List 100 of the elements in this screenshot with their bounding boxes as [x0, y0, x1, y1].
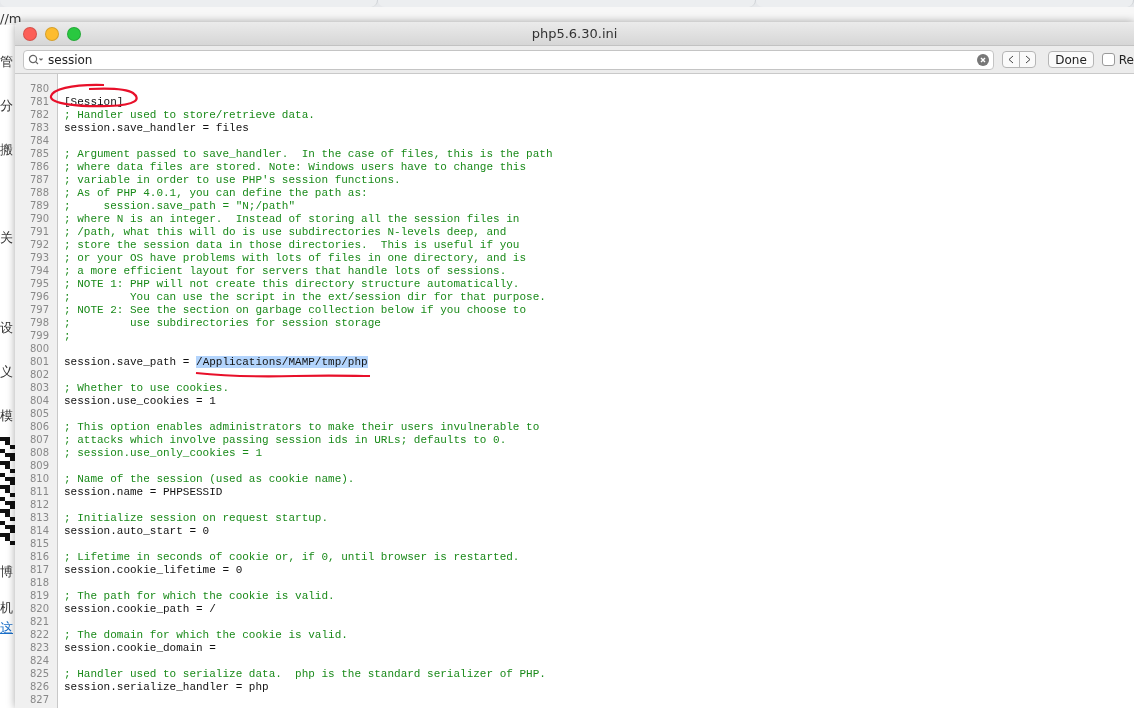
line-number: 803	[28, 382, 50, 393]
code-line: session.save_handler = files	[63, 121, 249, 134]
line-number: 788	[28, 187, 50, 198]
qr-code-icon	[0, 437, 16, 545]
line-number: 785	[28, 148, 50, 159]
checkbox[interactable]	[1101, 53, 1115, 66]
line-number: 805	[28, 408, 50, 419]
line-number: 818	[28, 577, 50, 588]
comment-line: ;	[63, 329, 71, 342]
line-number: 824	[28, 655, 50, 666]
line-number: 792	[28, 239, 50, 250]
comment-line: ; Name of the session (used as cookie name).	[63, 472, 355, 485]
line-number: 812	[28, 499, 50, 510]
comment-line: ; The domain for which the cookie is valid.	[63, 628, 348, 641]
sidebar-text: 义	[0, 365, 13, 379]
comment-line: ; session.use_only_cookies = 1	[63, 446, 263, 459]
line-number: 795	[28, 278, 50, 289]
window-title: php5.6.30.ini	[531, 26, 618, 41]
sidebar-text: 设	[0, 321, 13, 335]
line-number: 801	[28, 356, 50, 367]
code-line: session.cookie_lifetime = 0	[63, 563, 243, 576]
checkbox-label: Re	[1118, 52, 1134, 67]
comment-line: ; store the session data in those directories. This is useful if you	[63, 238, 520, 251]
search-field[interactable]: session	[23, 49, 995, 70]
sidebar-text: 博	[0, 565, 13, 579]
comment-line: ; This option enables administrators to make their users invulnerable to	[63, 420, 540, 433]
done-button[interactable]: Done	[1048, 51, 1094, 68]
chevron-left-icon	[1008, 55, 1015, 64]
zoom-button[interactable]	[67, 26, 81, 41]
line-number: 816	[28, 551, 50, 562]
code-line: [Session]	[63, 95, 124, 108]
comment-line: ; The path for which the cookie is valid.	[63, 589, 335, 602]
code-line: session.cookie_path = /	[63, 602, 216, 615]
line-number: 783	[28, 122, 50, 133]
line-number: 809	[28, 460, 50, 471]
line-number: 820	[28, 603, 50, 614]
line-number: 800	[28, 343, 50, 354]
line-number: 802	[28, 369, 50, 380]
line-number: 819	[28, 590, 50, 601]
link[interactable]: 这	[0, 621, 13, 635]
code-line: session.serialize_handler = php	[63, 680, 269, 693]
sidebar-text: 关	[0, 231, 13, 245]
line-number: 794	[28, 265, 50, 276]
sidebar-text: 搬	[0, 143, 13, 157]
line-number: 817	[28, 564, 50, 575]
chevron-right-icon	[1024, 55, 1031, 64]
comment-line: ; You can use the script in the ext/session dir for that purpose.	[63, 290, 546, 303]
line-number: 807	[28, 434, 50, 445]
line-number: 814	[28, 525, 50, 536]
line-number: 808	[28, 447, 50, 458]
code-line: session.cookie_domain =	[63, 641, 216, 654]
line-number: 793	[28, 252, 50, 263]
minimize-button[interactable]	[45, 26, 59, 41]
line-number: 826	[28, 681, 50, 692]
line-number: 804	[28, 395, 50, 406]
line-number: 806	[28, 421, 50, 432]
comment-line: ; Initialize session on request startup.	[63, 511, 329, 524]
comment-line: ; use subdirectories for session storage	[63, 316, 381, 329]
sidebar-text: 分	[0, 99, 13, 113]
line-number: 823	[28, 642, 50, 653]
line-number: 821	[28, 616, 50, 627]
line-number: 787	[28, 174, 50, 185]
line-number: 789	[28, 200, 50, 211]
line-number: 797	[28, 304, 50, 315]
comment-line: ; where data files are stored. Note: Windows users have to change this	[63, 160, 527, 173]
line-number: 798	[28, 317, 50, 328]
line-number: 810	[28, 473, 50, 484]
code-line: session.save_path = /Applications/MAMP/tmp/php	[63, 355, 368, 368]
code-line: session.use_cookies = 1	[63, 394, 216, 407]
comment-line: ; NOTE 2: See the section on garbage collection below if you choose to	[63, 303, 527, 316]
comment-line: ; or your OS have problems with lots of files in one directory, and is	[63, 251, 527, 264]
comment-line: ; Handler used to serialize data. php is the standard serializer of PHP.	[63, 667, 546, 680]
comment-line: ; a more efficient layout for servers that handle lots of sessions.	[63, 264, 507, 277]
line-number: 827	[28, 694, 50, 705]
sidebar-text: 模	[0, 409, 13, 423]
line-number: 781	[28, 96, 50, 107]
comment-line: ; session.save_path = "N;/path"	[63, 199, 296, 212]
search-icon	[28, 54, 44, 65]
close-button[interactable]	[23, 26, 37, 41]
line-number: 811	[28, 486, 50, 497]
line-number: 791	[28, 226, 50, 237]
sidebar-text: 管	[0, 55, 13, 69]
sidebar-text: 机	[0, 601, 13, 615]
line-number: 786	[28, 161, 50, 172]
comment-line: ; As of PHP 4.0.1, you can define the path as:	[63, 186, 368, 199]
code-line: session.auto_start = 0	[63, 524, 210, 537]
line-number: 813	[28, 512, 50, 523]
comment-line: ; NOTE 1: PHP will not create this directory structure automatically.	[63, 277, 520, 290]
line-number: 822	[28, 629, 50, 640]
comment-line: ; Argument passed to save_handler. In the case of files, this is the path	[63, 147, 553, 160]
comment-line: ; Whether to use cookies.	[63, 381, 230, 394]
clear-icon[interactable]	[977, 53, 990, 66]
comment-line: ; where N is an integer. Instead of storing all the session files in	[63, 212, 520, 225]
line-number: 815	[28, 538, 50, 549]
comment-line: ; Lifetime in seconds of cookie or, if 0, until browser is restarted.	[63, 550, 520, 563]
line-number: 825	[28, 668, 50, 679]
line-number: 796	[28, 291, 50, 302]
line-number: 784	[28, 135, 50, 146]
comment-line: ; attacks which involve passing session ids in URLs; defaults to 0.	[63, 433, 507, 446]
line-number: 782	[28, 109, 50, 120]
